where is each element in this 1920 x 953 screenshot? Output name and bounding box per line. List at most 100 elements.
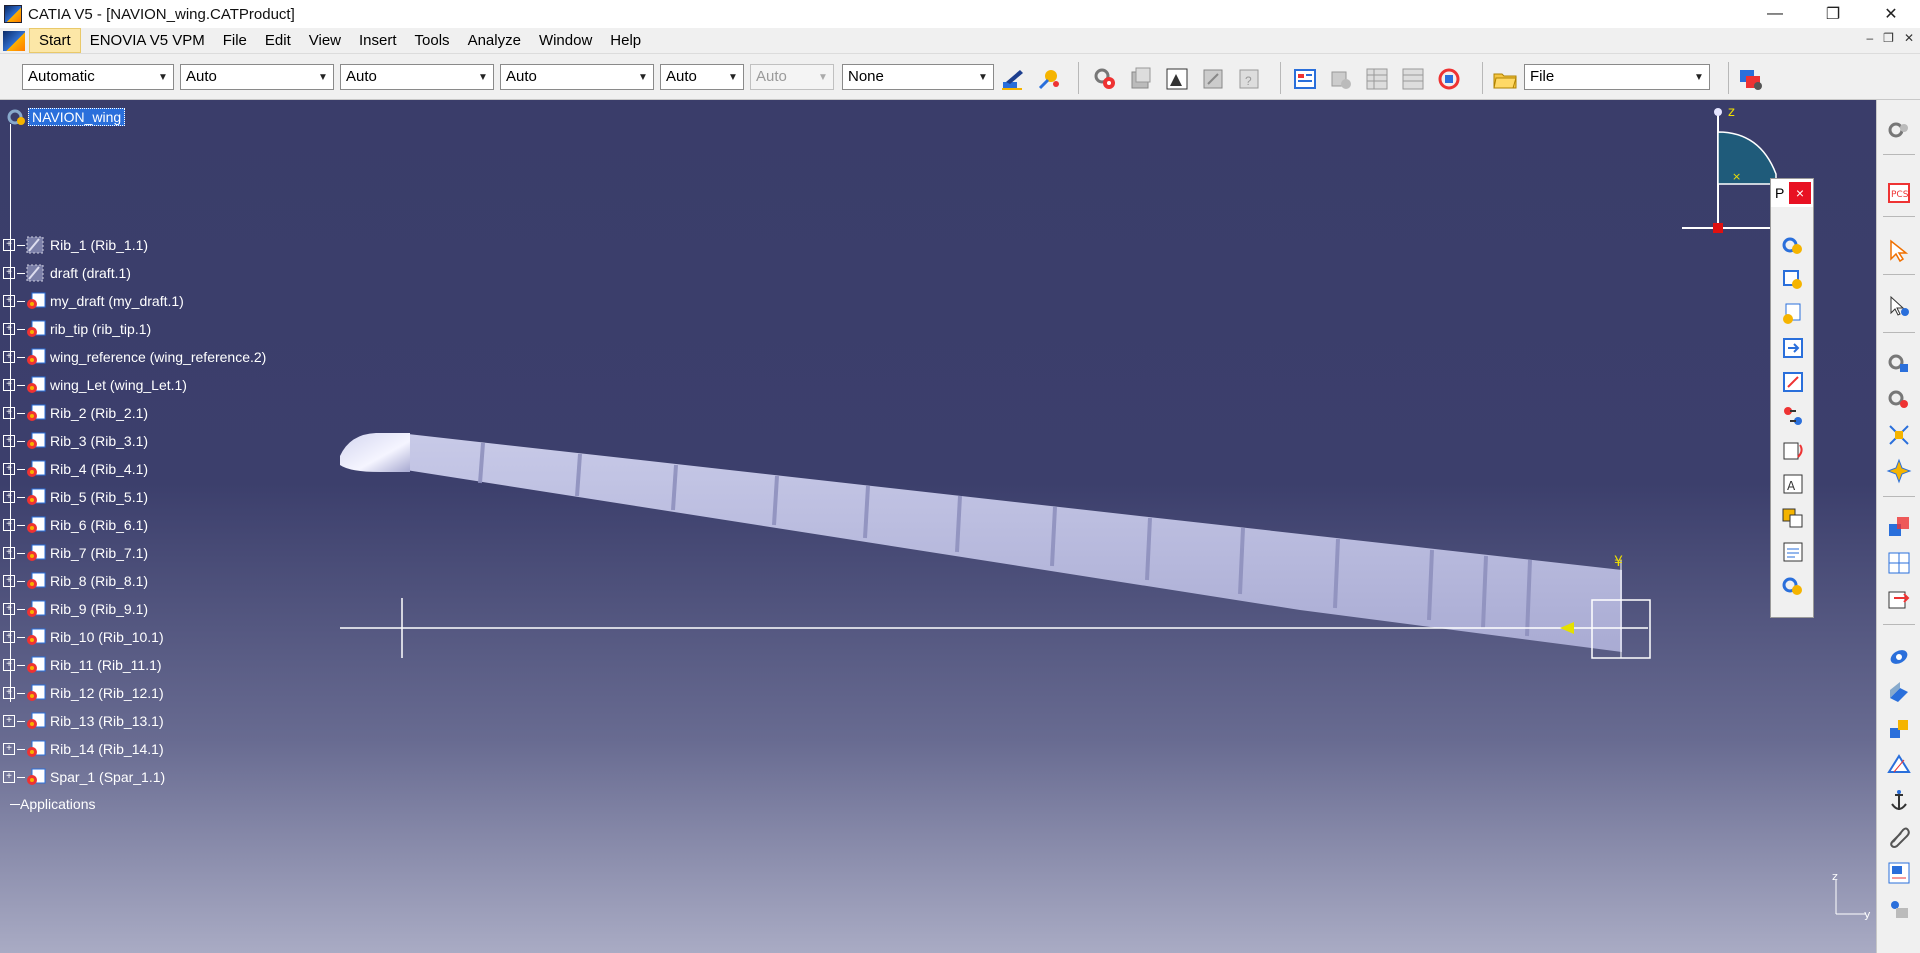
- annotation-icon[interactable]: [1886, 860, 1912, 886]
- fix-together-icon[interactable]: [1886, 644, 1912, 670]
- open-folder-icon[interactable]: [1492, 66, 1518, 92]
- menu-insert[interactable]: Insert: [350, 29, 406, 52]
- tree-node-rib-1[interactable]: + Rib_1 (Rib_1.1): [3, 234, 148, 256]
- measure-icon[interactable]: [1886, 752, 1912, 778]
- expand-toggle-icon[interactable]: +: [3, 603, 15, 615]
- menu-edit[interactable]: Edit: [256, 29, 300, 52]
- update-icon[interactable]: [1436, 66, 1462, 92]
- view-annotation-icon[interactable]: [1886, 896, 1912, 922]
- menu-enovia[interactable]: ENOVIA V5 VPM: [81, 29, 214, 52]
- existing-positioning-icon[interactable]: [1780, 369, 1806, 395]
- tree-node-rib-5[interactable]: + Rib_5 (Rib_5.1): [3, 486, 148, 508]
- expand-toggle-icon[interactable]: +: [3, 435, 15, 447]
- select-arrow-icon[interactable]: [1886, 238, 1912, 264]
- contact-constraint-icon[interactable]: [1886, 680, 1912, 706]
- expand-toggle-icon[interactable]: +: [3, 743, 15, 755]
- snap-move-icon[interactable]: [1886, 550, 1912, 576]
- menu-help[interactable]: Help: [601, 29, 650, 52]
- expand-toggle-icon[interactable]: +: [3, 491, 15, 503]
- menu-start[interactable]: Start: [29, 28, 81, 53]
- line-thickness-combo[interactable]: Auto ▼: [340, 64, 494, 90]
- catalog-icon[interactable]: [1292, 66, 1318, 92]
- product-structure-workbench-icon[interactable]: [1886, 118, 1912, 144]
- manage-representations-icon[interactable]: [1780, 539, 1806, 565]
- offset-constraint-icon[interactable]: [1886, 422, 1912, 448]
- tree-node-rib-9[interactable]: + Rib_9 (Rib_9.1): [3, 598, 148, 620]
- tree-node-rib-tip[interactable]: + rib_tip (rib_tip.1): [3, 318, 151, 340]
- angle-constraint-icon[interactable]: [1886, 716, 1912, 742]
- expand-toggle-icon[interactable]: +: [3, 687, 15, 699]
- constraint-icon[interactable]: [1886, 350, 1912, 376]
- menu-view[interactable]: View: [300, 29, 350, 52]
- mdi-restore-button[interactable]: ❐: [1883, 31, 1894, 45]
- workbench-icon[interactable]: [1738, 66, 1764, 92]
- layer-combo[interactable]: None ▼: [842, 64, 994, 90]
- mdi-close-button[interactable]: ✕: [1904, 31, 1914, 45]
- explode-icon[interactable]: [1886, 458, 1912, 484]
- tree-node-rib-14[interactable]: + Rib_14 (Rib_14.1): [3, 738, 164, 760]
- restore-button[interactable]: ❐: [1804, 0, 1862, 28]
- coincidence-constraint-icon[interactable]: [1886, 386, 1912, 412]
- manipulation-icon[interactable]: [1886, 514, 1912, 540]
- menu-tools[interactable]: Tools: [406, 29, 459, 52]
- transparency-combo[interactable]: Auto ▼: [180, 64, 334, 90]
- tree-node-rib-10[interactable]: + Rib_10 (Rib_10.1): [3, 626, 164, 648]
- tree-root-node[interactable]: NAVION_wing: [6, 107, 126, 127]
- magic-wand-icon[interactable]: [1036, 66, 1062, 92]
- expand-toggle-icon[interactable]: +: [3, 631, 15, 643]
- expand-toggle-icon[interactable]: +: [3, 407, 15, 419]
- tree-node-rib-7[interactable]: + Rib_7 (Rib_7.1): [3, 542, 148, 564]
- minimize-button[interactable]: —: [1746, 0, 1804, 28]
- point-type-combo[interactable]: Auto ▼: [660, 64, 744, 90]
- pattern-icon[interactable]: [1164, 66, 1190, 92]
- mdi-minimize-button[interactable]: –: [1866, 31, 1873, 45]
- graph-tree-reordering-icon[interactable]: [1780, 437, 1806, 463]
- color-combo[interactable]: Automatic ▼: [22, 64, 174, 90]
- close-button[interactable]: ✕: [1862, 0, 1920, 28]
- expand-toggle-icon[interactable]: +: [3, 267, 15, 279]
- menu-file[interactable]: File: [214, 29, 256, 52]
- document-grey-icon[interactable]: [1128, 66, 1154, 92]
- expand-toggle-icon[interactable]: +: [3, 519, 15, 531]
- expand-toggle-icon[interactable]: +: [3, 323, 15, 335]
- file-toolbar-combo[interactable]: File ▼: [1524, 64, 1710, 90]
- insert-part-icon[interactable]: [1780, 301, 1806, 327]
- snap-icon[interactable]: ?: [1236, 66, 1262, 92]
- tree-node-spar-1[interactable]: + Spar_1 (Spar_1.1): [3, 766, 165, 788]
- document-menu-icon[interactable]: [3, 30, 25, 51]
- anchor-icon[interactable]: [1886, 788, 1912, 814]
- table-icon[interactable]: [1364, 66, 1390, 92]
- tree-node-applications[interactable]: Applications: [10, 794, 96, 814]
- smart-move-icon[interactable]: [1886, 586, 1912, 612]
- expand-toggle-icon[interactable]: +: [3, 575, 15, 587]
- tree-node-rib-12[interactable]: + Rib_12 (Rib_12.1): [3, 682, 164, 704]
- tree-node-my-draft[interactable]: + my_draft (my_draft.1): [3, 290, 184, 312]
- tree-node-rib-11[interactable]: + Rib_11 (Rib_11.1): [3, 654, 162, 676]
- insert-product-icon[interactable]: [1780, 267, 1806, 293]
- bom-icon[interactable]: [1400, 66, 1426, 92]
- manipulate-icon[interactable]: [1328, 66, 1354, 92]
- tree-node-rib-3[interactable]: + Rib_3 (Rib_3.1): [3, 430, 148, 452]
- expand-toggle-icon[interactable]: +: [3, 351, 15, 363]
- tree-node-rib-2[interactable]: + Rib_2 (Rib_2.1): [3, 402, 148, 424]
- tree-node-rib-8[interactable]: + Rib_8 (Rib_8.1): [3, 570, 148, 592]
- product-structure-floating-toolbar[interactable]: P × A: [1770, 178, 1814, 618]
- generate-numbering-icon[interactable]: A: [1780, 471, 1806, 497]
- expand-toggle-icon[interactable]: +: [3, 659, 15, 671]
- constraint-gear-icon[interactable]: [1092, 66, 1118, 92]
- paperclip-icon[interactable]: [1886, 824, 1912, 850]
- expand-toggle-icon[interactable]: +: [3, 379, 15, 391]
- expand-toggle-icon[interactable]: +: [3, 771, 15, 783]
- selection-trap-icon[interactable]: [1886, 294, 1912, 320]
- floating-toolbar-close-button[interactable]: ×: [1789, 182, 1811, 204]
- expand-toggle-icon[interactable]: +: [3, 715, 15, 727]
- multi-instantiation-icon[interactable]: [1780, 573, 1806, 599]
- expand-toggle-icon[interactable]: +: [3, 239, 15, 251]
- expand-toggle-icon[interactable]: +: [3, 463, 15, 475]
- tree-node-draft[interactable]: + draft (draft.1): [3, 262, 131, 284]
- line-type-combo[interactable]: Auto ▼: [500, 64, 654, 90]
- tree-root-label[interactable]: NAVION_wing: [28, 108, 126, 126]
- tree-node-wing-let[interactable]: + wing_Let (wing_Let.1): [3, 374, 187, 396]
- fix-icon[interactable]: [1200, 66, 1226, 92]
- expand-toggle-icon[interactable]: +: [3, 547, 15, 559]
